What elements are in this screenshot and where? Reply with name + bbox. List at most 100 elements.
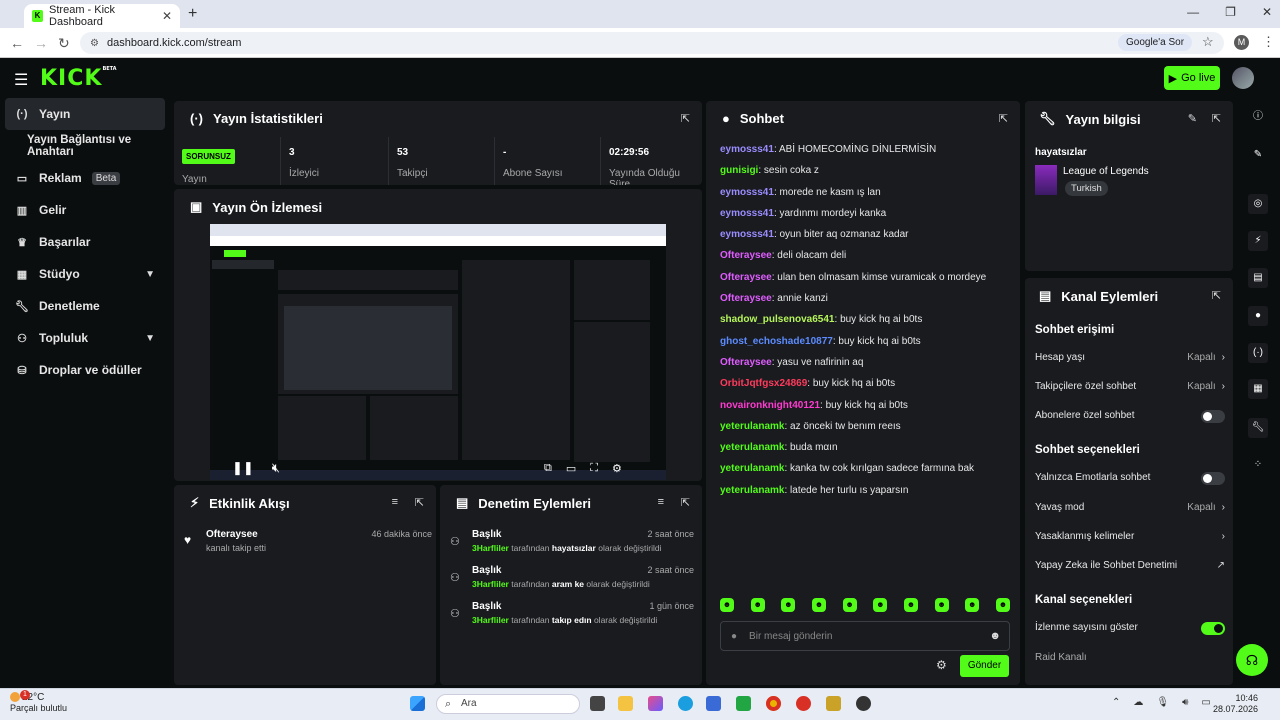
popout-icon[interactable]: ⇱ <box>681 112 690 125</box>
category-name[interactable]: League of Legends <box>1063 166 1149 177</box>
close-window-icon[interactable]: ✕ <box>1262 5 1272 19</box>
weather-widget[interactable]: 22°C Parçalı bulutlu <box>10 692 67 714</box>
browser-tab[interactable]: K Stream - Kick Dashboard ✕ <box>24 4 180 28</box>
chat-username[interactable]: Ofteraysee <box>720 272 772 283</box>
sidebar-item-topluluk[interactable]: ⚇ Topluluk ▼ <box>5 322 165 354</box>
slow-mode-row[interactable]: Yavaş mod Kapalı › <box>1035 498 1225 518</box>
chat-username[interactable]: eymosss41 <box>720 229 774 240</box>
bookmark-star-icon[interactable]: ☆ <box>1202 34 1214 50</box>
new-tab-icon[interactable]: + <box>188 5 197 23</box>
forward-icon[interactable]: → <box>34 35 48 51</box>
stream-preview-video[interactable] <box>210 224 666 480</box>
widgets-icon[interactable]: ⁘ <box>1248 455 1268 475</box>
edit-pencil-icon[interactable]: ✎ <box>1188 112 1197 125</box>
user-avatar[interactable] <box>1232 67 1254 89</box>
info-icon[interactable]: ⓘ <box>1248 107 1268 127</box>
popout-icon[interactable]: ⇱ <box>1212 289 1221 302</box>
theater-icon[interactable]: ▭ <box>566 462 576 475</box>
pip-icon[interactable]: ⧉ <box>544 462 552 475</box>
event-user[interactable]: Ofteraysee <box>206 529 258 540</box>
emote-icon[interactable]: ☻ <box>873 598 888 612</box>
mod-actor[interactable]: 3Harfliler <box>472 579 509 589</box>
emote-icon[interactable]: ☻ <box>720 598 734 612</box>
popout-icon[interactable]: ⇱ <box>999 112 1008 125</box>
settings-icon[interactable]: ⚙ <box>612 462 622 475</box>
volume-icon[interactable]: 🔊︎ <box>1182 697 1188 708</box>
reload-icon[interactable]: ↻ <box>58 35 70 52</box>
chat-input[interactable]: ● Bir mesaj gönderin ☻ <box>720 621 1010 651</box>
windows-start-icon[interactable] <box>410 696 425 711</box>
app-icon[interactable] <box>736 696 751 711</box>
chat-username[interactable]: Ofteraysee <box>720 250 772 261</box>
stream-icon[interactable]: (·) <box>1248 343 1268 363</box>
sidebar-item-gelir[interactable]: ▥ Gelir <box>5 194 165 226</box>
close-tab-icon[interactable]: ✕ <box>162 9 172 23</box>
sidebar-item-yayin[interactable]: (·) Yayın <box>5 98 165 130</box>
support-headset-icon[interactable]: ☊ <box>1236 644 1268 676</box>
file-explorer-icon[interactable] <box>618 696 633 711</box>
chrome-icon[interactable] <box>766 696 781 711</box>
ai-moderation-row[interactable]: Yapay Zeka ile Sohbet Denetimi ↗ <box>1035 556 1225 576</box>
chat-username[interactable]: yeterulanamk <box>720 485 784 496</box>
edit-pencil-icon[interactable]: ✎ <box>1248 145 1268 165</box>
sidebar-item-reklam[interactable]: ▭ Reklam Beta <box>5 162 165 194</box>
raid-row[interactable]: Raid Kanalı <box>1035 648 1225 668</box>
store-icon[interactable] <box>706 696 721 711</box>
target-icon[interactable]: ◎ <box>1248 194 1268 214</box>
chat-settings-icon[interactable]: ⚙ <box>936 658 947 672</box>
sidebar-item-studyo[interactable]: ▦ Stüdyo ▼ <box>5 258 165 290</box>
taskbar-clock[interactable]: 10:46 28.07.2026 <box>1213 693 1258 715</box>
chat-username[interactable]: shadow_pulsenova6541 <box>720 314 835 325</box>
sidebar-item-basarilar[interactable]: ♛ Başarılar <box>5 226 165 258</box>
chat-username[interactable]: yeterulanamk <box>720 442 784 453</box>
site-info-icon[interactable]: ⚙ <box>90 38 99 49</box>
popout-icon[interactable]: ⇱ <box>681 496 690 509</box>
copilot-icon[interactable] <box>648 696 663 711</box>
emoji-icon[interactable]: ☻ <box>989 630 1001 642</box>
chat-username[interactable]: Ofteraysee <box>720 357 772 368</box>
url-input[interactable]: ⚙ dashboard.kick.com/stream <box>80 32 1224 54</box>
go-live-button[interactable]: ▶ Go live <box>1164 66 1220 90</box>
wrench-icon[interactable]: 🔧︎ <box>1248 418 1268 438</box>
google-sor-button[interactable]: Google'a Sor <box>1118 34 1193 51</box>
fullscreen-icon[interactable]: ⛶ <box>590 462 598 475</box>
microphone-icon[interactable]: 🎙︎ <box>1156 697 1169 708</box>
chat-username[interactable]: novaironknight40121 <box>720 400 820 411</box>
chat-username[interactable]: gunisigi <box>720 165 758 176</box>
banned-words-row[interactable]: Yasaklanmış kelimeler › <box>1035 527 1225 547</box>
chat-username[interactable]: Ofteraysee <box>720 293 772 304</box>
hamburger-menu-icon[interactable]: ☰ <box>14 70 28 90</box>
account-age-row[interactable]: Hesap yaşı Kapalı › <box>1035 348 1225 368</box>
recorder-icon[interactable] <box>796 696 811 711</box>
back-icon[interactable]: ← <box>10 35 24 51</box>
pause-icon[interactable]: ❚❚ <box>232 460 254 476</box>
chat-username[interactable]: eymosss41 <box>720 144 774 155</box>
lightning-icon[interactable]: ⚡︎ <box>1248 231 1268 251</box>
edge-icon[interactable] <box>678 696 693 711</box>
emote-icon[interactable]: ☻ <box>811 598 826 612</box>
emote-icon[interactable]: ☻ <box>781 598 796 612</box>
emote-icon[interactable]: ☻ <box>750 598 765 612</box>
show-views-toggle[interactable] <box>1201 622 1225 635</box>
network-icon[interactable]: ▭ <box>1201 697 1210 708</box>
emote-icon[interactable]: ☻ <box>934 598 949 612</box>
chat-username[interactable]: eymosss41 <box>720 187 774 198</box>
emote-icon[interactable]: ☻ <box>965 598 980 612</box>
chat-username[interactable]: OrbitJqtfgsx24869 <box>720 378 807 389</box>
document-icon[interactable]: ▤ <box>1248 268 1268 288</box>
popout-icon[interactable]: ⇱ <box>415 496 424 509</box>
sidebar-item-stream-key[interactable]: Yayın Bağlantısı ve Anahtarı <box>5 130 165 162</box>
emote-icon[interactable]: ☻ <box>842 598 857 612</box>
profile-avatar[interactable]: M <box>1234 35 1249 50</box>
obs-icon[interactable] <box>856 696 871 711</box>
sidebar-item-droplar[interactable]: ⛁ Droplar ve ödüller <box>5 354 165 386</box>
mod-actor[interactable]: 3Harfliler <box>472 543 509 553</box>
filter-icon[interactable]: ≡ <box>658 496 664 508</box>
send-button[interactable]: Gönder <box>960 655 1009 677</box>
emote-only-toggle[interactable] <box>1201 472 1225 485</box>
chat-username[interactable]: yeterulanamk <box>720 463 784 474</box>
chat-bubble-icon[interactable]: ● <box>1248 306 1268 326</box>
browser-menu-icon[interactable]: ⋮ <box>1262 34 1275 50</box>
chat-username[interactable]: yeterulanamk <box>720 421 784 432</box>
task-view-icon[interactable] <box>590 696 605 711</box>
